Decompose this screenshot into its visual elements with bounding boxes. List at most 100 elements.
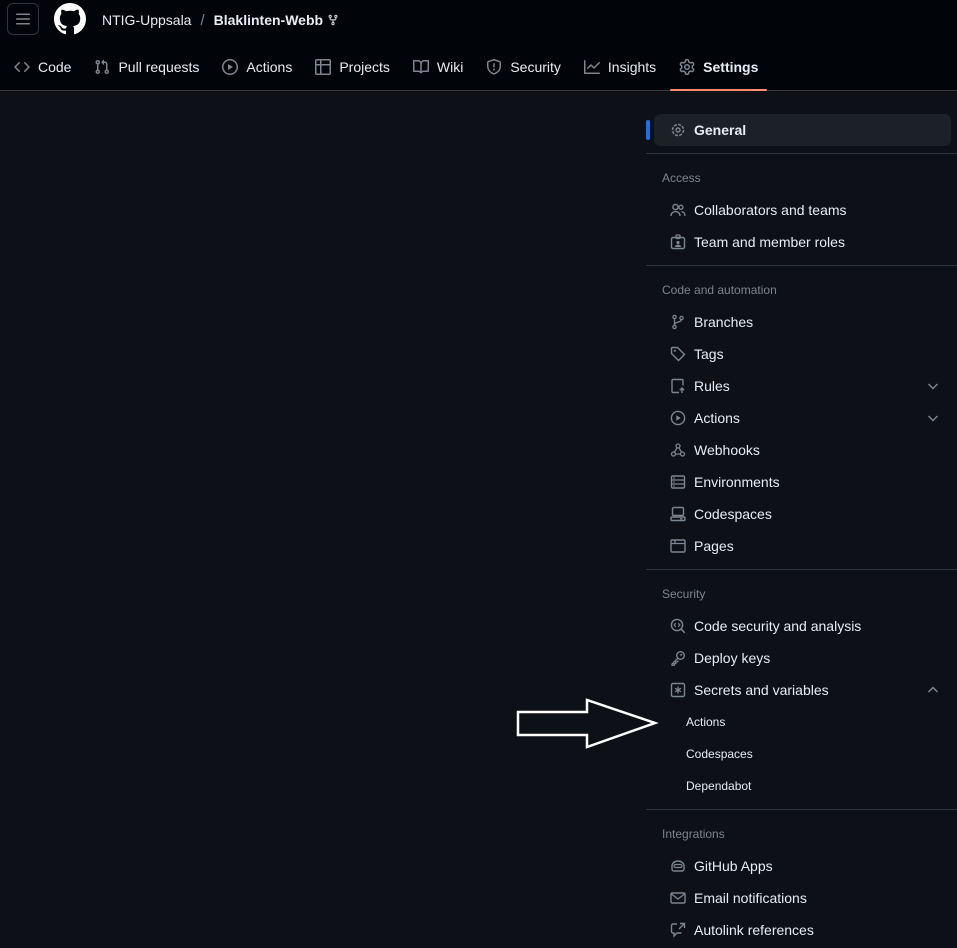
selected-indicator xyxy=(646,120,650,140)
tab-label: Insights xyxy=(607,59,657,75)
repo-push-icon xyxy=(670,378,686,394)
play-icon xyxy=(222,59,239,75)
key-icon xyxy=(670,650,686,666)
chevron-down-icon[interactable] xyxy=(925,410,941,426)
sidebar-item-secrets-variables[interactable]: Secrets and variables xyxy=(654,674,951,706)
tab-insights[interactable]: Insights xyxy=(575,50,665,84)
repo-forked-icon xyxy=(327,14,339,26)
id-badge-icon xyxy=(670,234,686,250)
sidebar-item-codespaces[interactable]: Codespaces xyxy=(654,498,951,530)
sidebar-subitem-actions[interactable]: Actions xyxy=(646,706,957,738)
tab-pull-requests[interactable]: Pull requests xyxy=(85,50,208,84)
tab-label: Wiki xyxy=(436,59,464,75)
hubot-icon xyxy=(670,858,686,874)
github-logo-icon[interactable] xyxy=(54,3,86,35)
breadcrumb-separator: / xyxy=(200,11,205,29)
sidebar-item-pages[interactable]: Pages xyxy=(654,530,951,562)
breadcrumb-owner-link[interactable]: NTIG-Uppsala xyxy=(102,12,191,28)
sidebar-item-github-apps[interactable]: GitHub Apps xyxy=(654,850,951,882)
sidebar-item-environments[interactable]: Environments xyxy=(654,466,951,498)
sidebar-item-general[interactable]: General xyxy=(646,114,951,146)
sidebar-item-label: General xyxy=(694,122,747,138)
sidebar-subitem-codespaces[interactable]: Codespaces xyxy=(646,738,957,770)
codespaces-icon xyxy=(670,506,686,522)
table-icon xyxy=(315,59,332,75)
sidebar-item-label: Rules xyxy=(694,378,730,394)
settings-sidebar: General Access Collaborators and teams T… xyxy=(646,114,957,946)
group-label-integrations: Integrations xyxy=(662,827,725,841)
sidebar-item-rules[interactable]: Rules xyxy=(654,370,951,402)
play-icon xyxy=(670,410,686,426)
sidebar-item-branches[interactable]: Branches xyxy=(654,306,951,338)
tab-projects[interactable]: Projects xyxy=(306,50,399,84)
divider xyxy=(646,153,957,154)
book-icon xyxy=(412,59,429,74)
sidebar-item-label: Tags xyxy=(694,346,724,362)
gear-icon xyxy=(679,59,695,75)
mail-icon xyxy=(670,890,686,906)
tab-label: Settings xyxy=(703,59,759,75)
chevron-down-icon[interactable] xyxy=(925,378,941,394)
sidebar-item-label: Branches xyxy=(694,314,754,330)
sidebar-item-tags[interactable]: Tags xyxy=(654,338,951,370)
sidebar-item-label: Autolink references xyxy=(694,922,814,938)
chevron-up-icon[interactable] xyxy=(925,682,941,698)
annotation-arrow xyxy=(516,698,659,749)
tab-code[interactable]: Code xyxy=(5,50,80,84)
breadcrumb-repo-link[interactable]: Blaklinten-Webb xyxy=(214,12,323,28)
tab-wiki[interactable]: Wiki xyxy=(404,50,472,84)
cross-reference-icon xyxy=(670,922,686,938)
sidebar-item-team-roles[interactable]: Team and member roles xyxy=(654,226,951,258)
hamburger-icon xyxy=(16,13,30,25)
divider xyxy=(646,569,957,570)
tab-label: Pull requests xyxy=(118,59,200,75)
gear-icon xyxy=(670,122,686,138)
sidebar-item-label: Actions xyxy=(694,410,740,426)
sidebar-item-label: Email notifications xyxy=(694,890,807,906)
group-label-security: Security xyxy=(662,587,706,601)
sidebar-item-label: Code security and analysis xyxy=(694,618,862,634)
tab-label: Actions xyxy=(246,59,293,75)
sidebar-item-label: Webhooks xyxy=(694,442,760,458)
server-icon xyxy=(670,474,686,490)
tag-icon xyxy=(670,346,686,362)
tab-label: Projects xyxy=(339,59,390,75)
sidebar-item-label: Team and member roles xyxy=(694,234,845,250)
sidebar-subitem-dependabot[interactable]: Dependabot xyxy=(646,770,957,802)
codescan-icon xyxy=(670,618,686,634)
tab-security[interactable]: Security xyxy=(477,50,570,84)
breadcrumb: NTIG-Uppsala / Blaklinten-Webb xyxy=(102,10,339,30)
sidebar-item-webhooks[interactable]: Webhooks xyxy=(654,434,951,466)
graph-icon xyxy=(583,60,600,74)
tab-settings[interactable]: Settings xyxy=(670,50,768,91)
group-label-code-automation: Code and automation xyxy=(662,283,777,297)
divider xyxy=(646,265,957,266)
sidebar-item-label: Pages xyxy=(694,538,734,554)
sidebar-item-label: Deploy keys xyxy=(694,650,771,666)
webhook-icon xyxy=(670,442,686,458)
hamburger-menu-button[interactable] xyxy=(7,3,39,35)
sidebar-item-collaborators[interactable]: Collaborators and teams xyxy=(654,194,951,226)
browser-icon xyxy=(670,538,686,554)
sidebar-item-label: Secrets and variables xyxy=(694,682,829,698)
sidebar-item-code-security[interactable]: Code security and analysis xyxy=(654,610,951,642)
tab-label: Security xyxy=(510,59,561,75)
shield-icon xyxy=(487,59,502,75)
asterisk-icon xyxy=(670,682,686,698)
repo-tabs: Code Pull requests Actions Projects Wiki… xyxy=(0,50,772,91)
sidebar-item-autolink-references[interactable]: Autolink references xyxy=(654,914,951,946)
repo-header: NTIG-Uppsala / Blaklinten-Webb Code Pull… xyxy=(0,0,957,91)
git-branch-icon xyxy=(670,314,686,330)
divider xyxy=(646,809,957,810)
sidebar-item-actions[interactable]: Actions xyxy=(654,402,951,434)
group-label-access: Access xyxy=(662,171,701,185)
sidebar-item-email-notifications[interactable]: Email notifications xyxy=(654,882,951,914)
code-icon xyxy=(14,62,30,72)
sidebar-item-deploy-keys[interactable]: Deploy keys xyxy=(654,642,951,674)
people-icon xyxy=(670,202,686,218)
tab-actions[interactable]: Actions xyxy=(213,50,301,84)
sidebar-item-label: GitHub Apps xyxy=(694,858,773,874)
sidebar-item-label: Codespaces xyxy=(694,506,772,522)
sidebar-item-label: Environments xyxy=(694,474,780,490)
tab-label: Code xyxy=(38,59,72,75)
